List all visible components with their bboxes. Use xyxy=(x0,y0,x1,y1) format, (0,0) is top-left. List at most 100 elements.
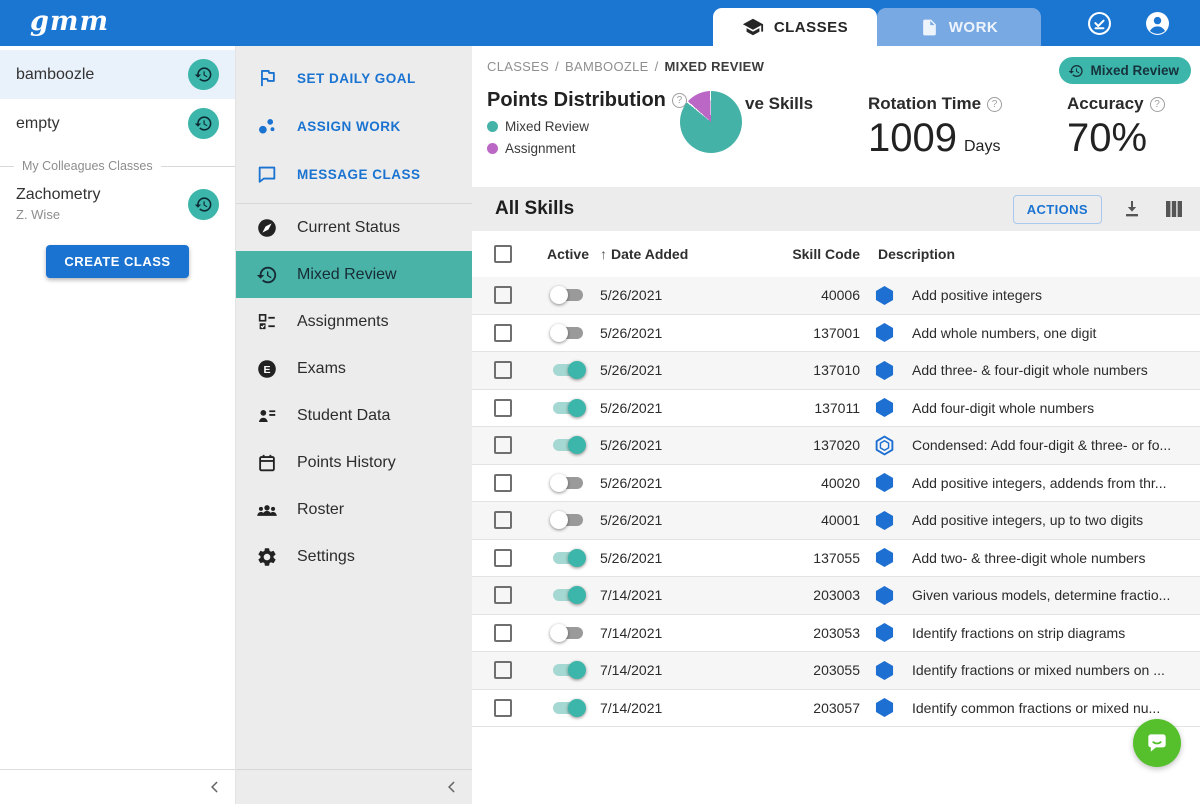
menu-item-current-status[interactable]: Current Status xyxy=(236,204,472,251)
tab-work-label: WORK xyxy=(949,19,999,36)
date-added-cell: 5/26/2021 xyxy=(600,512,662,528)
assign-work-link[interactable]: ASSIGN WORK xyxy=(236,102,472,150)
bubble-chart-icon xyxy=(256,115,278,137)
active-toggle[interactable] xyxy=(550,510,586,530)
mixed-review-badge: Mixed Review xyxy=(1059,57,1191,84)
columns-icon[interactable] xyxy=(1162,197,1186,221)
table-row: 7/14/2021 203057 Identify common fractio… xyxy=(472,690,1200,728)
rotation-time-label: Rotation Time xyxy=(868,94,981,114)
breadcrumb-bamboozle[interactable]: BAMBOOZLE xyxy=(565,59,649,74)
active-toggle[interactable] xyxy=(550,698,586,718)
date-added-cell: 5/26/2021 xyxy=(600,437,662,453)
active-toggle[interactable] xyxy=(550,435,586,455)
class-name: empty xyxy=(16,115,60,133)
chat-launcher[interactable] xyxy=(1133,719,1181,767)
message-class-link[interactable]: MESSAGE CLASS xyxy=(236,150,472,198)
breadcrumb-classes[interactable]: CLASSES xyxy=(487,59,549,74)
class-name: bamboozle xyxy=(16,66,94,84)
row-checkbox[interactable] xyxy=(494,661,512,679)
skill-description: Identify common fractions or mixed nu... xyxy=(912,700,1160,716)
row-checkbox[interactable] xyxy=(494,586,512,604)
table-row: 5/26/2021 40006 Add positive integers xyxy=(472,277,1200,315)
mixed-review-shortcut[interactable] xyxy=(188,59,219,90)
help-icon[interactable]: ? xyxy=(987,97,1002,112)
skill-hexagon-icon xyxy=(875,322,894,343)
row-checkbox[interactable] xyxy=(494,511,512,529)
skill-description: Add four-digit whole numbers xyxy=(912,400,1094,416)
tab-classes[interactable]: CLASSES xyxy=(713,8,877,46)
account-icon[interactable] xyxy=(1144,10,1171,37)
row-checkbox[interactable] xyxy=(494,624,512,642)
download-icon[interactable] xyxy=(1120,197,1144,221)
menu-item-roster[interactable]: Roster xyxy=(236,486,472,533)
column-header-skill-code[interactable]: Skill Code xyxy=(760,246,864,262)
menu-label: Mixed Review xyxy=(297,266,397,284)
compass-icon xyxy=(256,217,278,239)
row-checkbox[interactable] xyxy=(494,324,512,342)
class-item-zachometry[interactable]: Zachometry Z. Wise xyxy=(0,177,235,231)
active-toggle[interactable] xyxy=(550,548,586,568)
action-label: MESSAGE CLASS xyxy=(297,167,421,182)
collapse-class-menu[interactable] xyxy=(236,769,472,804)
check-status-icon[interactable] xyxy=(1086,10,1113,37)
date-added-cell: 7/14/2021 xyxy=(600,587,662,603)
mixed-review-shortcut[interactable] xyxy=(188,189,219,220)
table-row: 7/14/2021 203055 Identify fractions or m… xyxy=(472,652,1200,690)
collapse-classes-sidebar[interactable] xyxy=(0,769,235,804)
active-toggle[interactable] xyxy=(550,660,586,680)
mixed-review-shortcut[interactable] xyxy=(188,108,219,139)
date-added-cell: 5/26/2021 xyxy=(600,400,662,416)
column-header-active[interactable]: Active xyxy=(536,246,600,262)
skill-description: Add two- & three-digit whole numbers xyxy=(912,550,1145,566)
menu-item-assignments[interactable]: Assignments xyxy=(236,298,472,345)
date-added-cell: 5/26/2021 xyxy=(600,475,662,491)
exam-icon: E xyxy=(256,358,278,380)
history-icon xyxy=(194,65,213,84)
legend-label: Assignment xyxy=(505,141,576,156)
chat-bubble-icon xyxy=(256,163,278,185)
menu-label: Assignments xyxy=(297,313,389,331)
sort-ascending-icon: ↑ xyxy=(600,246,607,262)
breadcrumb-separator: / xyxy=(555,59,559,74)
skill-code-cell: 203055 xyxy=(813,662,860,678)
row-checkbox[interactable] xyxy=(494,436,512,454)
active-toggle[interactable] xyxy=(550,360,586,380)
menu-item-settings[interactable]: Settings xyxy=(236,533,472,580)
skill-description: Add positive integers, addends from thr.… xyxy=(912,475,1166,491)
rotation-time-unit: Days xyxy=(964,138,1000,156)
menu-item-mixed-review[interactable]: Mixed Review xyxy=(236,251,472,298)
set-daily-goal-link[interactable]: SET DAILY GOAL xyxy=(236,54,472,102)
row-checkbox[interactable] xyxy=(494,699,512,717)
row-checkbox[interactable] xyxy=(494,474,512,492)
menu-item-student-data[interactable]: Student Data xyxy=(236,392,472,439)
row-checkbox[interactable] xyxy=(494,549,512,567)
class-item-bamboozle[interactable]: bamboozle xyxy=(0,50,235,99)
menu-label: Roster xyxy=(297,501,344,519)
row-checkbox[interactable] xyxy=(494,361,512,379)
actions-button[interactable]: ACTIONS xyxy=(1013,195,1102,224)
skill-code-cell: 40020 xyxy=(821,475,860,491)
active-toggle[interactable] xyxy=(550,585,586,605)
tab-work[interactable]: WORK xyxy=(877,8,1041,46)
history-icon xyxy=(194,195,213,214)
class-name: Zachometry xyxy=(16,186,100,204)
class-item-empty[interactable]: empty xyxy=(0,99,235,148)
table-row: 5/26/2021 137020 Condensed: Add four-dig… xyxy=(472,427,1200,465)
menu-item-points-history[interactable]: Points History xyxy=(236,439,472,486)
column-header-description[interactable]: Description xyxy=(864,246,1188,262)
active-toggle[interactable] xyxy=(550,473,586,493)
row-checkbox[interactable] xyxy=(494,286,512,304)
column-header-date-added[interactable]: ↑Date Added xyxy=(600,246,760,262)
help-icon[interactable]: ? xyxy=(1150,97,1165,112)
menu-item-exams[interactable]: E Exams xyxy=(236,345,472,392)
select-all-checkbox[interactable] xyxy=(494,245,512,263)
main-content: CLASSES/BAMBOOZLE/MIXED REVIEW Mixed Rev… xyxy=(472,46,1200,804)
create-class-button[interactable]: CREATE CLASS xyxy=(46,245,188,278)
row-checkbox[interactable] xyxy=(494,399,512,417)
active-toggle[interactable] xyxy=(550,285,586,305)
active-toggle[interactable] xyxy=(550,623,586,643)
active-toggle[interactable] xyxy=(550,398,586,418)
skill-description: Identify fractions on strip diagrams xyxy=(912,625,1125,641)
active-toggle[interactable] xyxy=(550,323,586,343)
skill-description: Condensed: Add four-digit & three- or fo… xyxy=(912,437,1171,453)
